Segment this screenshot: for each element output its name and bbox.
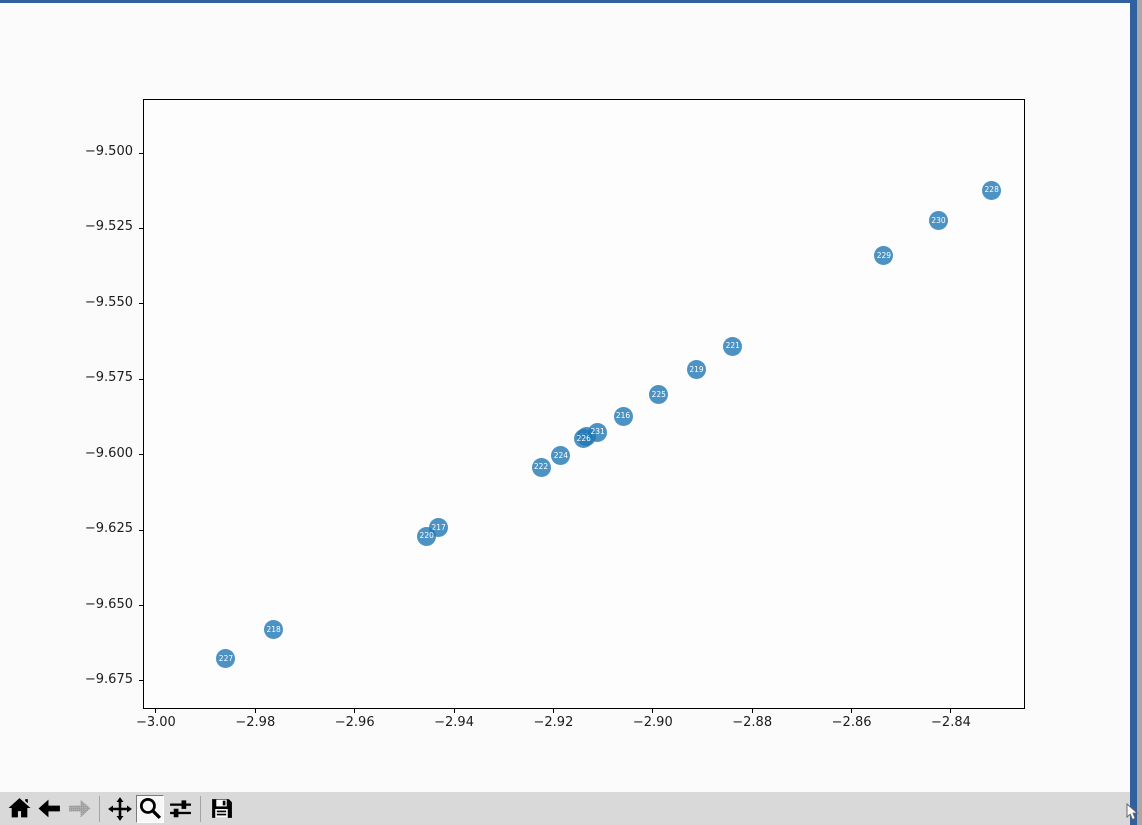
save-button[interactable] bbox=[207, 795, 235, 823]
y-tick-mark bbox=[139, 454, 143, 455]
x-tick-label: −2.84 bbox=[911, 715, 991, 730]
y-tick-mark bbox=[139, 303, 143, 304]
window-border-right bbox=[1130, 0, 1137, 825]
x-tick-label: −2.96 bbox=[315, 715, 395, 730]
data-point-220: 220 bbox=[417, 527, 436, 546]
y-tick-mark bbox=[139, 680, 143, 681]
x-tick-label: −2.98 bbox=[215, 715, 295, 730]
forward-arrow-icon bbox=[67, 796, 92, 821]
data-point-231: 231 bbox=[588, 423, 607, 442]
x-tick-mark bbox=[950, 709, 951, 713]
x-tick-label: −2.88 bbox=[712, 715, 792, 730]
data-point-222: 222 bbox=[532, 458, 551, 477]
x-tick-mark bbox=[155, 709, 156, 713]
y-tick-mark bbox=[139, 379, 143, 380]
back-button[interactable] bbox=[35, 795, 63, 823]
zoom-button[interactable] bbox=[136, 795, 164, 823]
y-tick-mark bbox=[139, 228, 143, 229]
x-tick-mark bbox=[752, 709, 753, 713]
x-tick-mark bbox=[255, 709, 256, 713]
home-button[interactable] bbox=[5, 795, 33, 823]
data-point-label: 216 bbox=[616, 412, 630, 420]
plot-area[interactable] bbox=[143, 99, 1025, 709]
toolbar-separator bbox=[200, 796, 201, 822]
y-tick-label: −9.675 bbox=[30, 672, 133, 687]
data-point-216: 216 bbox=[614, 407, 633, 426]
y-tick-label: −9.625 bbox=[30, 521, 133, 536]
forward-button bbox=[65, 795, 93, 823]
y-tick-label: −9.575 bbox=[30, 370, 133, 385]
window-border-top bbox=[0, 0, 1137, 3]
data-point-label: 221 bbox=[726, 342, 740, 350]
y-tick-label: −9.650 bbox=[30, 597, 133, 612]
data-point-label: 224 bbox=[554, 452, 568, 460]
data-point-label: 229 bbox=[877, 252, 891, 260]
y-tick-label: −9.550 bbox=[30, 295, 133, 310]
window-edge-gray bbox=[1137, 0, 1142, 825]
sliders-icon bbox=[168, 796, 193, 821]
data-point-label: 222 bbox=[534, 463, 548, 471]
x-tick-mark bbox=[851, 709, 852, 713]
y-tick-mark bbox=[139, 153, 143, 154]
x-tick-mark bbox=[354, 709, 355, 713]
zoom-magnifier-icon bbox=[138, 796, 163, 821]
y-tick-mark bbox=[139, 530, 143, 531]
x-tick-label: −2.86 bbox=[812, 715, 892, 730]
x-tick-mark bbox=[652, 709, 653, 713]
figure-canvas[interactable]: −3.00 −2.98 −2.96 −2.94 −2.92 −2.90 −2.88 −2.86… bbox=[0, 3, 1130, 792]
data-point-label: 218 bbox=[267, 626, 281, 634]
data-point-228: 228 bbox=[982, 181, 1001, 200]
data-point-label: 219 bbox=[689, 366, 703, 374]
configure-subplots-button[interactable] bbox=[166, 795, 194, 823]
y-tick-mark bbox=[139, 605, 143, 606]
matplotlib-figure-window: −3.00 −2.98 −2.96 −2.94 −2.92 −2.90 −2.88 −2.86… bbox=[0, 0, 1142, 825]
y-tick-label: −9.600 bbox=[30, 446, 133, 461]
x-tick-label: −2.94 bbox=[414, 715, 494, 730]
data-point-label: 227 bbox=[219, 655, 233, 663]
home-icon bbox=[7, 796, 32, 821]
pan-button[interactable] bbox=[106, 795, 134, 823]
y-tick-label: −9.500 bbox=[30, 144, 133, 159]
data-point-label: 231 bbox=[590, 428, 604, 436]
x-tick-label: −2.90 bbox=[613, 715, 693, 730]
x-tick-mark bbox=[553, 709, 554, 713]
save-floppy-icon bbox=[209, 796, 234, 821]
data-point-label: 225 bbox=[652, 391, 666, 399]
data-point-221: 221 bbox=[723, 337, 742, 356]
x-tick-mark bbox=[454, 709, 455, 713]
toolbar-separator bbox=[99, 796, 100, 822]
mouse-cursor bbox=[1126, 803, 1140, 825]
y-tick-label: −9.525 bbox=[30, 219, 133, 234]
pan-arrows-icon bbox=[107, 796, 133, 822]
navigation-toolbar: (x, y) = (\u22122.8260, \u22129.4872) bbox=[0, 792, 1142, 825]
data-point-label: 228 bbox=[985, 186, 999, 194]
x-tick-label: −2.92 bbox=[513, 715, 593, 730]
data-point-label: 220 bbox=[420, 532, 434, 540]
data-point-label: 230 bbox=[931, 217, 945, 225]
x-tick-label: −3.00 bbox=[116, 715, 196, 730]
back-arrow-icon bbox=[37, 796, 62, 821]
